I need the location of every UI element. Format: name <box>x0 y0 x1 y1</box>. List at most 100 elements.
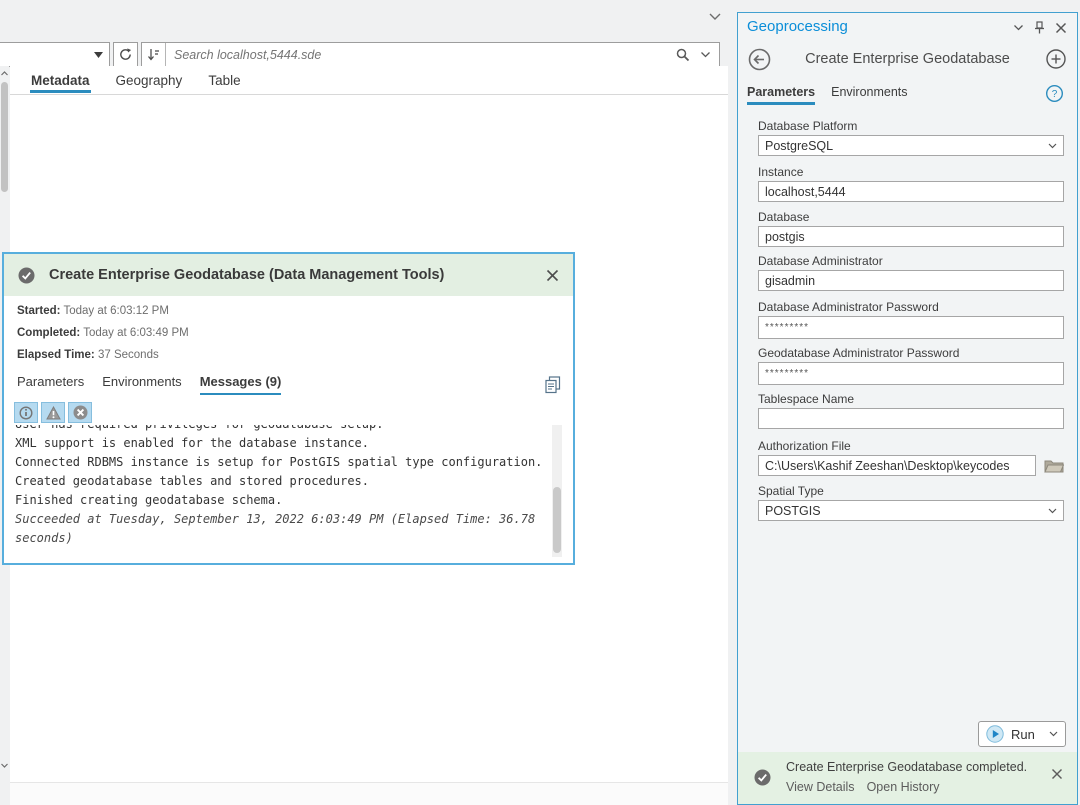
field-value: C:\Users\Kashif Zeeshan\Desktop\keycodes <box>765 459 1010 473</box>
close-icon <box>546 269 559 282</box>
refresh-icon <box>118 47 133 62</box>
run-dropdown-chevron-icon[interactable] <box>1049 731 1058 737</box>
succeeded-line: Succeeded at Tuesday, September 13, 2022… <box>15 510 549 548</box>
instance-input[interactable]: localhost,5444 <box>758 181 1064 202</box>
run-button[interactable]: Run <box>978 721 1066 747</box>
dialog-tab-bar: Parameters Environments Messages (9) <box>17 374 281 395</box>
view-tab-bar: Metadata Geography Table <box>10 68 728 95</box>
log-line: XML support is enabled for the database … <box>15 434 549 453</box>
pin-icon <box>1034 21 1045 34</box>
tab-table[interactable]: Table <box>207 69 241 94</box>
geoprocessing-panel: Geoprocessing Create Enterprise Geodatab… <box>737 12 1078 805</box>
dialog-tab-messages[interactable]: Messages (9) <box>200 374 282 395</box>
panel-title: Geoprocessing <box>747 18 848 35</box>
panel-tab-bar: Parameters Environments <box>747 85 908 105</box>
search-input[interactable] <box>166 48 676 62</box>
spatial-type-select[interactable]: POSTGIS <box>758 500 1064 521</box>
field-label: Database <box>758 210 1064 226</box>
dialog-tab-parameters[interactable]: Parameters <box>17 374 84 395</box>
completed-row: Completed: Today at 6:03:49 PM <box>17 327 189 339</box>
info-icon <box>19 406 33 420</box>
scrollbar-thumb[interactable] <box>1 82 8 192</box>
authorization-file-input[interactable]: C:\Users\Kashif Zeeshan\Desktop\keycodes <box>758 455 1036 476</box>
view-details-link[interactable]: View Details <box>786 780 855 794</box>
completion-notification: Create Enterprise Geodatabase completed.… <box>738 752 1077 804</box>
field-value: postgis <box>765 230 805 244</box>
scroll-up-icon[interactable] <box>0 70 9 77</box>
folder-icon <box>1044 458 1064 473</box>
dialog-tab-environments[interactable]: Environments <box>102 374 181 395</box>
started-label: Started: <box>17 305 60 317</box>
svg-text:?: ? <box>1052 89 1058 100</box>
pin-button[interactable] <box>1034 21 1045 34</box>
log-line: Created geodatabase tables and stored pr… <box>15 472 549 491</box>
panel-menu-chevron-icon[interactable] <box>1013 24 1024 31</box>
field-label: Database Administrator <box>758 254 1064 270</box>
completed-value: Today at 6:03:49 PM <box>83 327 188 339</box>
tablespace-name-input[interactable] <box>758 408 1064 429</box>
tool-result-dialog: Create Enterprise Geodatabase (Data Mana… <box>2 252 575 565</box>
location-combo[interactable] <box>0 42 110 67</box>
plus-icon <box>1046 49 1066 69</box>
database-admin-password-input[interactable]: ********* <box>758 316 1064 339</box>
log-scrollbar-thumb[interactable] <box>553 487 561 553</box>
sort-button[interactable] <box>142 43 166 66</box>
browse-folder-button[interactable] <box>1044 458 1064 473</box>
combo-dropdown-icon <box>94 52 103 58</box>
refresh-button[interactable] <box>113 42 138 67</box>
field-label: Authorization File <box>758 439 1064 455</box>
search-options-chevron-icon[interactable] <box>700 51 711 58</box>
completed-label: Completed: <box>17 327 80 339</box>
filter-info-button[interactable] <box>14 402 38 423</box>
scroll-down-icon[interactable] <box>0 762 9 769</box>
copy-messages-button[interactable] <box>545 376 561 394</box>
field-value: ********* <box>765 368 809 379</box>
started-row: Started: Today at 6:03:12 PM <box>17 305 169 317</box>
panel-tab-parameters[interactable]: Parameters <box>747 85 815 105</box>
notification-close-button[interactable] <box>1051 768 1063 780</box>
left-pane-bottom-strip <box>10 782 728 805</box>
help-button[interactable]: ? <box>1046 85 1063 102</box>
run-label: Run <box>1011 727 1035 742</box>
message-filter-bar <box>14 402 92 423</box>
field-value: PostgreSQL <box>765 139 833 153</box>
dialog-header: Create Enterprise Geodatabase (Data Mana… <box>4 254 573 296</box>
database-admin-input[interactable]: gisadmin <box>758 270 1064 291</box>
started-value: Today at 6:03:12 PM <box>63 305 168 317</box>
notification-message: Create Enterprise Geodatabase completed. <box>786 760 1027 774</box>
log-scrollbar[interactable] <box>552 425 562 557</box>
field-value: ********* <box>765 322 809 333</box>
panel-tab-environments[interactable]: Environments <box>831 85 907 105</box>
filter-warning-button[interactable] <box>41 402 65 423</box>
open-history-link[interactable]: Open History <box>867 780 940 794</box>
field-value: gisadmin <box>765 274 815 288</box>
geodatabase-admin-password-input[interactable]: ********* <box>758 362 1064 385</box>
add-tool-button[interactable] <box>1046 49 1066 69</box>
field-label: Instance <box>758 165 1064 181</box>
search-icon[interactable] <box>676 48 690 62</box>
database-platform-select[interactable]: PostgreSQL <box>758 135 1064 156</box>
help-icon: ? <box>1046 85 1063 102</box>
expand-ribbon-chevron-icon[interactable] <box>708 12 722 21</box>
field-label: Tablespace Name <box>758 392 1064 408</box>
database-input[interactable]: postgis <box>758 226 1064 247</box>
copy-icon <box>545 376 561 394</box>
message-log[interactable]: User has required privileges for geodata… <box>15 425 549 555</box>
elapsed-label: Elapsed Time: <box>17 349 95 361</box>
tool-title: Create Enterprise Geodatabase <box>738 51 1077 67</box>
dialog-close-button[interactable] <box>546 269 559 282</box>
chevron-down-icon <box>1048 143 1057 149</box>
log-line: Finished creating geodatabase schema. <box>15 491 549 510</box>
filter-error-button[interactable] <box>68 402 92 423</box>
error-icon <box>73 405 88 420</box>
tab-metadata[interactable]: Metadata <box>30 69 91 94</box>
panel-close-button[interactable] <box>1055 22 1067 34</box>
field-label: Spatial Type <box>758 484 1064 500</box>
tab-geography[interactable]: Geography <box>115 69 184 94</box>
warning-icon <box>46 406 61 420</box>
field-label: Database Platform <box>758 119 1064 135</box>
close-icon <box>1055 22 1067 34</box>
dialog-title: Create Enterprise Geodatabase (Data Mana… <box>49 267 532 283</box>
success-icon <box>18 267 35 284</box>
notification-success-icon <box>754 769 771 786</box>
